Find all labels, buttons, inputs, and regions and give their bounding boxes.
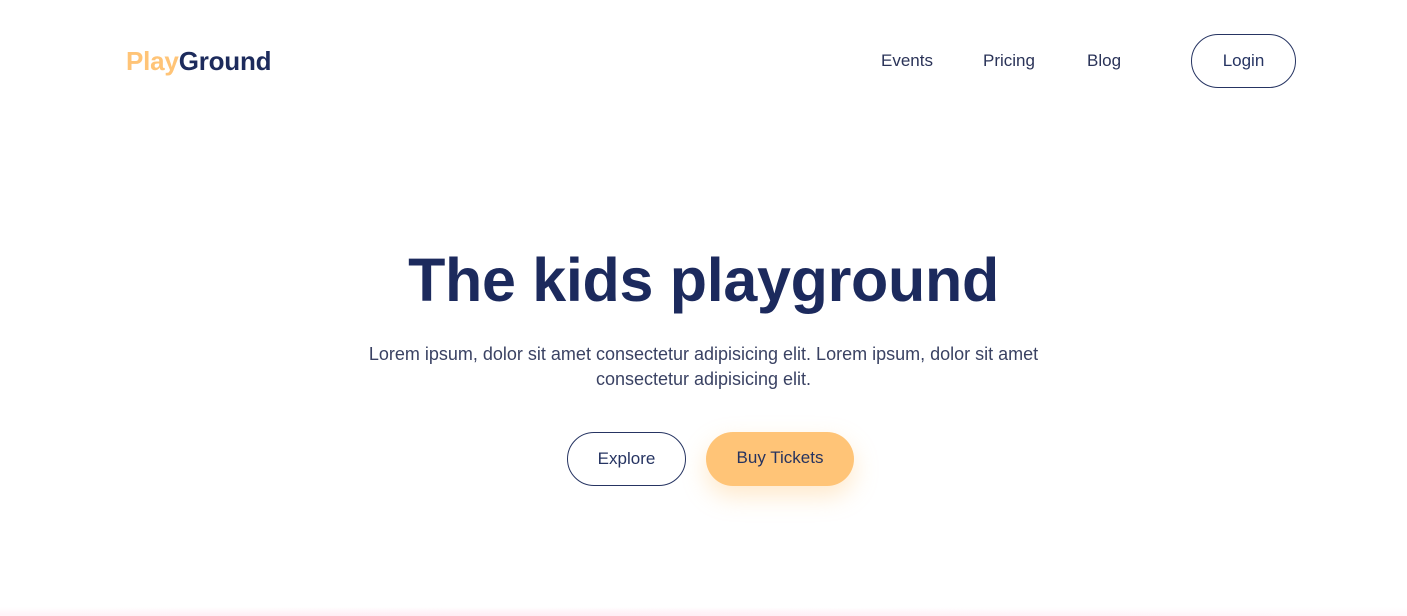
nav-link-blog[interactable]: Blog <box>1087 48 1121 74</box>
login-button[interactable]: Login <box>1191 34 1296 88</box>
hero-description: Lorem ipsum, dolor sit amet consectetur … <box>368 344 1039 389</box>
nav-link-pricing[interactable]: Pricing <box>983 48 1035 74</box>
bottom-decorative-fade <box>0 606 1407 616</box>
buy-tickets-button[interactable]: Buy Tickets <box>706 432 854 486</box>
landing-page: PlayGround Events Pricing Blog Login The… <box>0 0 1407 616</box>
hero-section: The kids playground Lorem ipsum, dolor s… <box>0 238 1407 392</box>
hero-title: The kids playground <box>408 246 999 314</box>
hero-actions: Explore Buy Tickets <box>0 432 1407 492</box>
site-header: PlayGround Events Pricing Blog Login <box>0 0 1407 120</box>
nav-link-events[interactable]: Events <box>881 48 933 74</box>
explore-button[interactable]: Explore <box>567 432 686 486</box>
